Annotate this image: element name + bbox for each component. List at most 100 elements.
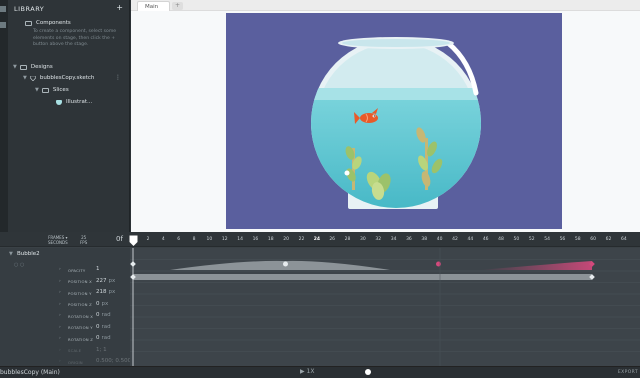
sketch-diamond-icon (29, 75, 36, 81)
property-value[interactable]: 1; 1 (96, 347, 107, 353)
ruler-tick-label: 32 (375, 237, 382, 242)
designs-folder[interactable]: ▼ Designs (13, 64, 53, 70)
status-bar: bubblesCopy (Main) ▶ 1X EXPORT (0, 366, 640, 378)
expand-property-icon[interactable]: › (59, 279, 61, 284)
components-help-text: To create a component, select some eleme… (33, 29, 117, 47)
property-name: POSITION Y (68, 290, 92, 296)
expand-property-icon[interactable]: › (59, 359, 61, 364)
ruler-tick-label: 10 (206, 237, 213, 242)
ruler-tick-label: 50 (513, 237, 520, 242)
ruler-tick-label: 6 (177, 237, 181, 242)
bowl-opening (342, 39, 450, 47)
folder-icon (19, 64, 27, 70)
add-component-button[interactable]: + (116, 3, 123, 12)
ruler-tick-label: 38 (421, 237, 428, 242)
property-value[interactable]: 0 rad (96, 335, 111, 341)
property-value[interactable]: 1 (96, 266, 100, 272)
layer-properties: ▼ Bubble2 ○ ○ › OPACITY 1 › POSITION X 227 px ›… (0, 248, 131, 376)
rail-tab-icon[interactable] (0, 6, 6, 12)
expand-property-icon[interactable]: › (59, 267, 61, 272)
property-value-number[interactable]: 0 (96, 335, 100, 341)
property-value-number[interactable]: 0 (96, 312, 100, 318)
property-unit: px (101, 300, 109, 307)
export-button[interactable]: EXPORT (618, 370, 638, 375)
property-value[interactable]: 0 rad (96, 312, 111, 318)
track-grid (130, 259, 640, 352)
artboard[interactable] (226, 13, 562, 229)
add-tab-button[interactable]: + (172, 2, 183, 10)
ruler-tick-label: 14 (237, 237, 243, 242)
ruler-tick-label: 18 (267, 237, 274, 242)
slices-label: Slices (52, 87, 69, 93)
ruler-tick-label: 28 (344, 237, 351, 242)
scroll-handle[interactable] (365, 369, 371, 375)
expand-property-icon[interactable]: › (59, 302, 61, 307)
property-value[interactable]: 0.500; 0.500 (96, 358, 131, 364)
ruler-tick-label: 48 (498, 237, 504, 242)
frames-seconds-toggle[interactable]: FRAMES ▾ SECONDS (48, 235, 68, 245)
property-value[interactable]: 218 px (96, 289, 115, 295)
stage-tab-bar: Main + (131, 0, 640, 11)
chevron-down-icon[interactable]: ▼ (35, 87, 39, 93)
ruler-tick-label: 26 (329, 237, 336, 242)
ruler-tick-label: 58 (574, 237, 581, 242)
layer-name: Bubble2 (17, 251, 40, 257)
folder-icon (41, 87, 49, 93)
folder-icon (25, 20, 32, 26)
illustration-item[interactable]: Illustrat... (56, 99, 92, 105)
components-label: Components (36, 20, 71, 26)
ruler-tick-label: 4 (161, 237, 165, 242)
chevron-down-icon[interactable]: ▼ (23, 75, 27, 81)
expand-property-icon[interactable]: › (59, 348, 61, 353)
tracks-graph (130, 246, 640, 366)
keyframe-tracks[interactable] (130, 246, 640, 366)
property-value-number[interactable]: 0.500; 0.500 (96, 358, 131, 364)
ruler-tick-label: 46 (482, 237, 489, 242)
property-value-number[interactable]: 218 (96, 289, 107, 295)
chevron-down-icon[interactable]: ▼ (13, 64, 17, 70)
property-value[interactable]: 0 px (96, 301, 108, 307)
property-name: ROTATION Y (68, 325, 93, 330)
ruler-tick-label: 8 (192, 237, 196, 242)
playhead-handle[interactable] (129, 235, 138, 247)
rail-tab-icon[interactable] (0, 22, 6, 28)
components-folder[interactable]: Components (25, 20, 71, 26)
ruler-tick-label: 22 (298, 237, 305, 242)
document-name: bubblesCopy (Main) (0, 369, 60, 376)
fps-setting[interactable]: 25 FPS (80, 235, 87, 245)
property-value[interactable]: 0 rad (96, 324, 111, 330)
ruler-tick-label: 62 (605, 237, 612, 242)
keyframe[interactable] (283, 261, 288, 267)
property-value[interactable]: 227 px (96, 278, 115, 284)
property-name: SCALE (68, 348, 82, 353)
playback-controls[interactable]: ▶ 1X (300, 368, 314, 375)
expand-property-icon[interactable]: › (59, 325, 61, 330)
property-value-number[interactable]: 0 (96, 301, 100, 307)
ruler-tick-label: 54 (544, 237, 550, 242)
fishbowl-thumbnail-icon (56, 99, 62, 105)
ruler-tick-label: 2 (146, 237, 150, 242)
ruler-tick-label: 44 (467, 237, 474, 242)
property-value-number[interactable]: 0 (96, 324, 100, 330)
bubble[interactable] (344, 170, 350, 176)
visibility-icon[interactable]: ○ ○ (14, 262, 24, 268)
sketch-file-item[interactable]: ▼ bubblesCopy.sketch (23, 75, 94, 81)
property-name: ROTATION X (68, 313, 94, 319)
designs-label: Designs (30, 64, 53, 70)
expand-property-icon[interactable]: › (59, 313, 61, 318)
property-value-number[interactable]: 1; 1 (96, 347, 107, 353)
property-value-number[interactable]: 1 (96, 266, 100, 272)
ruler-tick-label: 24 (313, 237, 320, 242)
property-value-number[interactable]: 227 (96, 278, 107, 284)
slices-folder[interactable]: ▼ Slices (35, 87, 69, 93)
chevron-down-icon[interactable]: ▼ (9, 251, 13, 257)
ruler-tick-label: 12 (221, 237, 228, 242)
property-name: ROTATION Z (68, 336, 94, 342)
expand-property-icon[interactable]: › (59, 336, 61, 341)
timeline-header: FRAMES ▾ SECONDS 25 FPS 0f 2 4 6 8 10 12 14 16 18 2… (0, 232, 640, 247)
expand-property-icon[interactable]: › (59, 290, 61, 295)
tab-main[interactable]: Main (137, 1, 170, 11)
ruler-tick-label: 60 (590, 237, 597, 242)
layer-row[interactable]: ▼ Bubble2 (0, 249, 130, 261)
file-options-icon[interactable]: ⋮ (115, 74, 121, 81)
